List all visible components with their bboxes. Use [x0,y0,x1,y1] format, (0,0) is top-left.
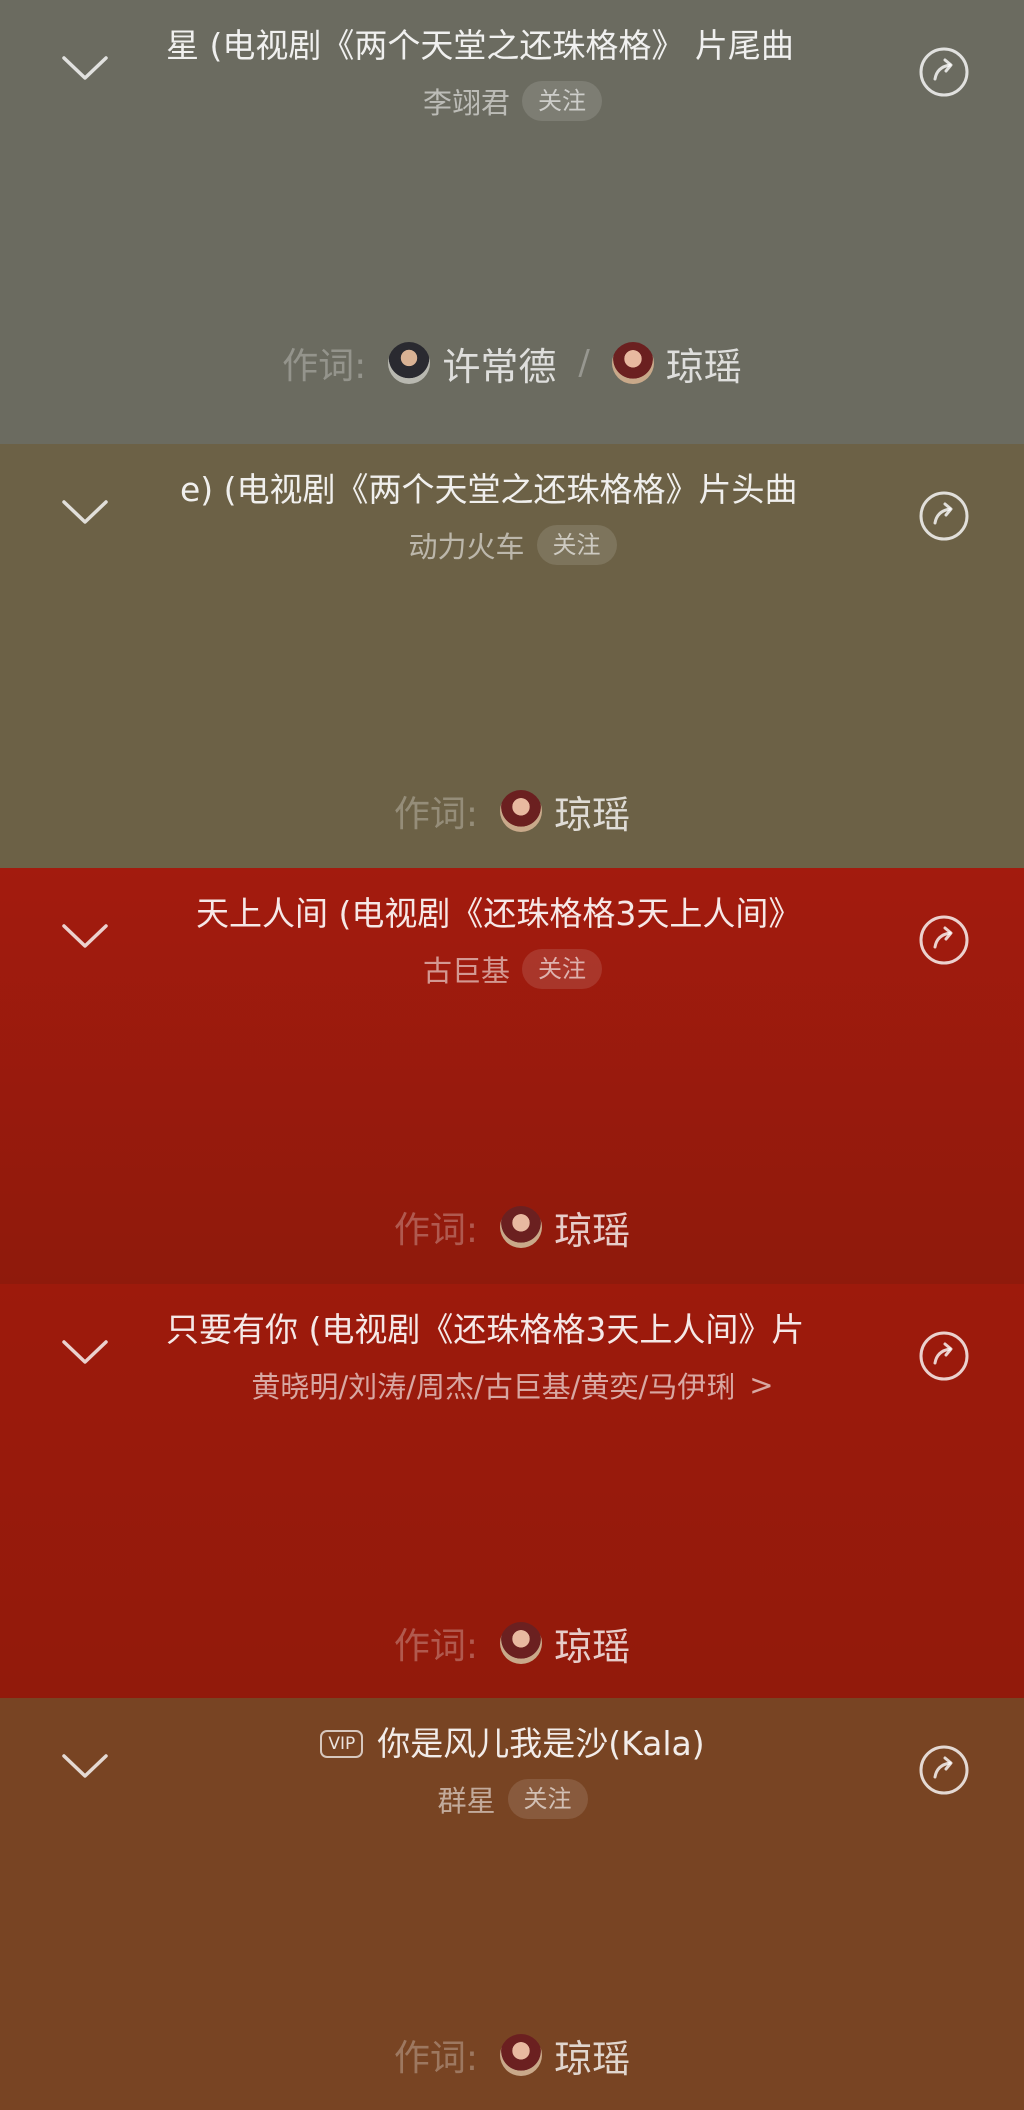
chevron-down-icon[interactable] [60,1748,110,1782]
song-panel-3: 天上人间 (电视剧《还珠格格3天上人间》 古巨基 关注 作词: 琼瑶 [0,868,1024,1284]
chevron-down-icon[interactable] [60,50,110,84]
follow-button[interactable]: 关注 [522,81,602,121]
artist-row: 群星 关注 [180,1776,845,1822]
chevron-down-icon[interactable] [60,918,110,952]
lyricist-name[interactable]: 琼瑶 [554,1200,630,1255]
artist-row: 黄晓明/刘涛/周杰/古巨基/黄奕/马伊琍 > [180,1362,845,1408]
artist-row: 李翊君 关注 [180,78,845,124]
follow-button[interactable]: 关注 [522,949,602,989]
artist-row: 动力火车 关注 [180,522,845,568]
avatar[interactable] [388,342,431,384]
lyricist-name[interactable]: 琼瑶 [554,784,630,839]
lyricist-name[interactable]: 许常德 [442,336,556,391]
follow-button[interactable]: 关注 [507,1779,588,1819]
credit-label: 作词: [393,1210,479,1251]
more-artists-chevron[interactable]: > [749,1368,773,1402]
chevron-down-icon[interactable] [60,1334,110,1368]
avatar[interactable] [500,2034,543,2076]
artist-name[interactable]: 动力火车 [408,524,524,566]
chevron-down-icon[interactable] [60,494,110,528]
artist-row: 古巨基 关注 [180,946,845,992]
song-title: 星 (电视剧《两个天堂之还珠格格》 片尾曲 [166,26,794,65]
avatar[interactable] [500,790,543,832]
avatar[interactable] [611,342,654,384]
share-icon[interactable] [918,1744,970,1796]
artist-name[interactable]: 古巨基 [423,948,510,990]
lyricist-name[interactable]: 琼瑶 [554,1616,630,1671]
lyricist-credit: 作词: 琼瑶 [0,783,1024,839]
avatar[interactable] [500,1206,543,1248]
lyricist-name[interactable]: 琼瑶 [666,336,742,391]
song-title: 天上人间 (电视剧《还珠格格3天上人间》 [196,894,802,933]
lyricist-credit: 作词: 琼瑶 [0,1199,1024,1255]
lyricist-credit: 作词: 琼瑶 [0,2027,1024,2083]
song-title: VIP 你是风儿我是沙(Kala) [180,1720,845,1768]
song-panel-1: 星 (电视剧《两个天堂之还珠格格》 片尾曲 李翊君 关注 作词: 许常德 / 琼… [0,0,1024,444]
song-panel-2: e) (电视剧《两个天堂之还珠格格》片头曲 动力火车 关注 作词: 琼瑶 [0,444,1024,868]
artist-name[interactable]: 李翊君 [423,80,510,122]
avatar[interactable] [500,1622,543,1664]
lyricist-credit: 作词: 琼瑶 [0,1615,1024,1671]
lyricist-name[interactable]: 琼瑶 [554,2028,630,2083]
share-icon[interactable] [918,1330,970,1382]
artist-name[interactable]: 群星 [437,1778,495,1820]
vip-badge: VIP [320,1730,364,1758]
share-icon[interactable] [918,490,970,542]
artist-list[interactable]: 黄晓明/刘涛/周杰/古巨基/黄奕/马伊琍 [251,1364,735,1406]
share-icon[interactable] [918,914,970,966]
credit-label: 作词: [393,794,479,835]
credit-label: 作词: [393,1626,479,1667]
song-panel-4: 只要有你 (电视剧《还珠格格3天上人间》片 黄晓明/刘涛/周杰/古巨基/黄奕/马… [0,1284,1024,1698]
follow-button[interactable]: 关注 [536,525,617,565]
lyricist-credit: 作词: 许常德 / 琼瑶 [0,335,1024,391]
credit-label: 作词: [393,2038,479,2079]
separator: / [578,343,590,383]
credit-label: 作词: [282,346,367,387]
song-panel-5: VIP 你是风儿我是沙(Kala) 群星 关注 作词: 琼瑶 [0,1698,1024,2110]
share-icon[interactable] [918,46,970,98]
song-title: e) (电视剧《两个天堂之还珠格格》片头曲 [180,470,798,509]
song-title: 只要有你 (电视剧《还珠格格3天上人间》片 [166,1310,805,1349]
